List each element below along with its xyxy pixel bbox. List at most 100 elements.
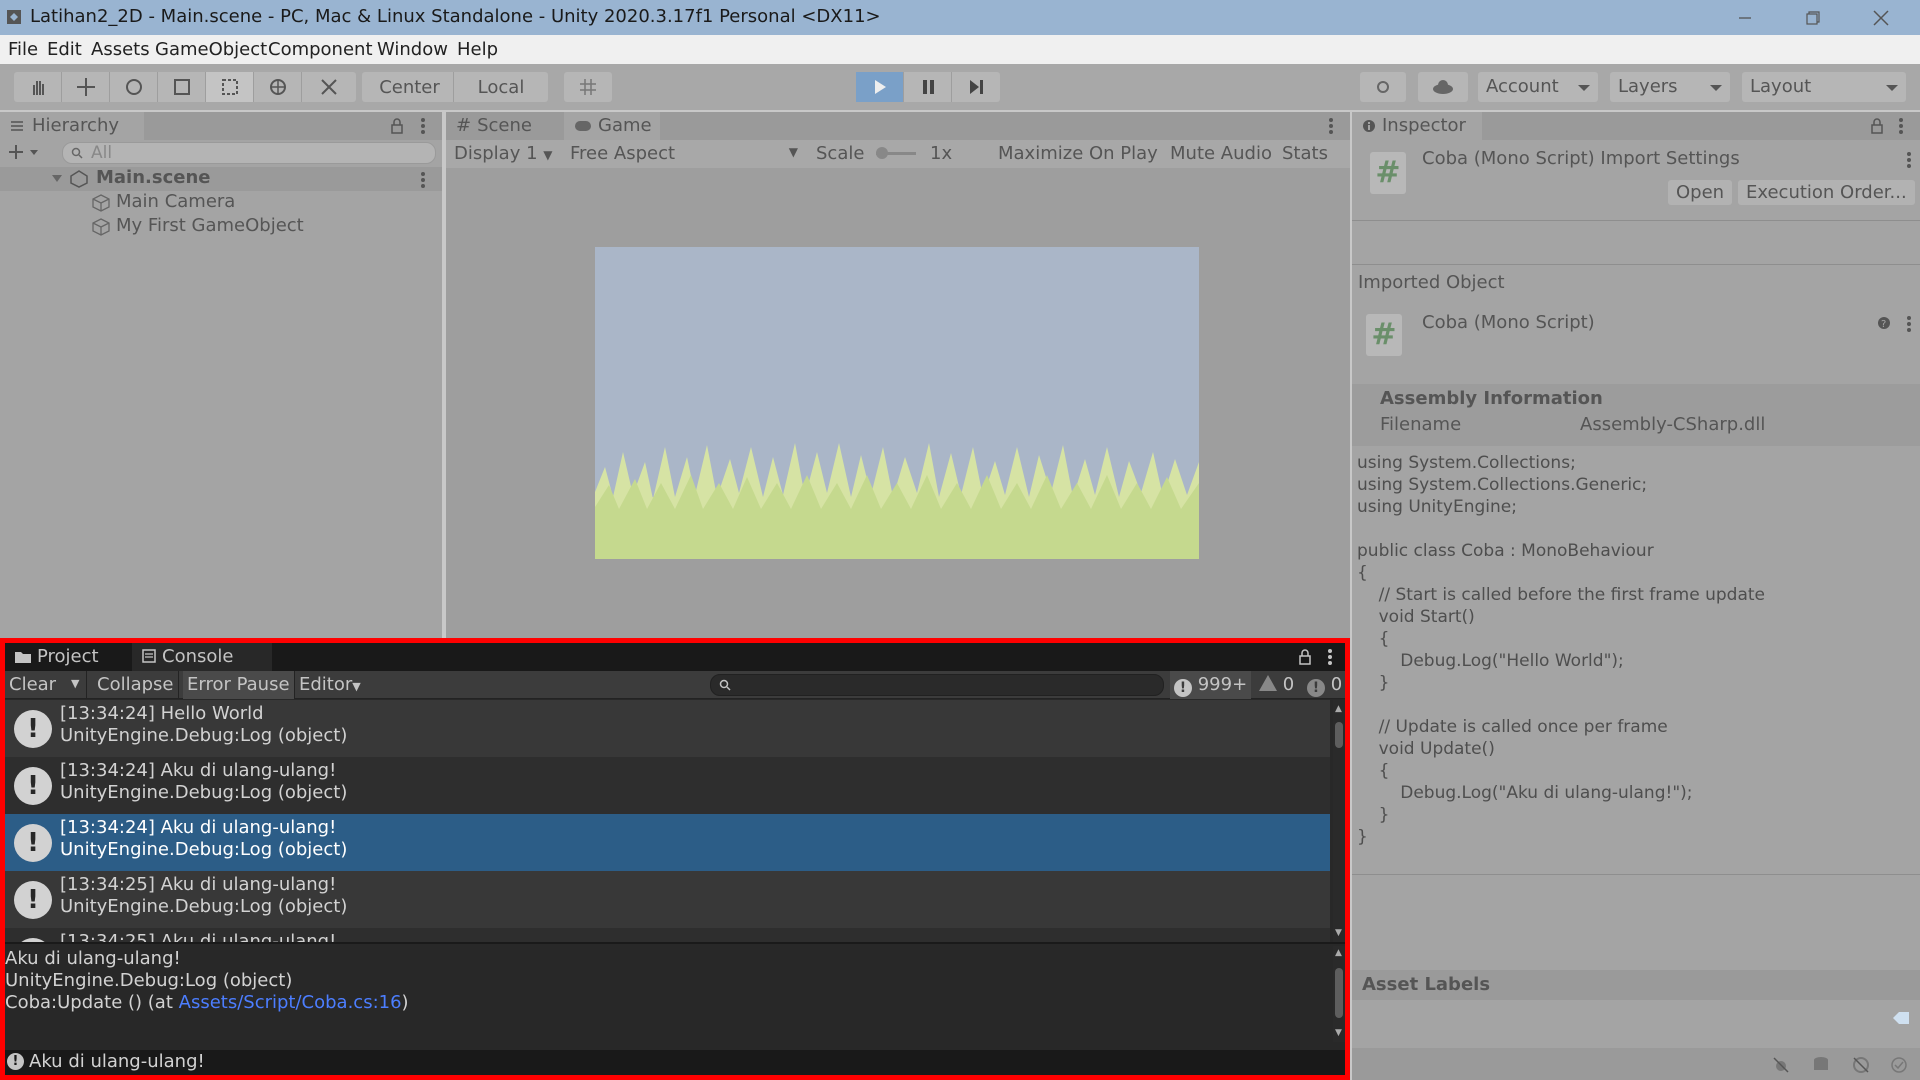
source-link[interactable]: Assets/Script/Coba.cs:16	[179, 992, 402, 1013]
close-button[interactable]	[1848, 0, 1914, 35]
game-viewport[interactable]	[595, 247, 1199, 559]
pause-button[interactable]	[904, 72, 952, 102]
stats-toggle[interactable]: Stats	[1278, 140, 1332, 168]
detail-scrollbar[interactable]: ▲ ▼	[1333, 946, 1345, 1042]
log-entry[interactable]: ! [13:34:24] Aku di ulang-ulang! UnityEn…	[5, 757, 1330, 814]
restore-button[interactable]	[1780, 0, 1846, 35]
aspect-dropdown[interactable]: Free Aspect ▼	[566, 140, 802, 168]
check-circle-icon[interactable]	[1890, 1056, 1908, 1074]
hand-tool-button[interactable]	[14, 72, 62, 102]
hierarchy-search-input[interactable]: All	[62, 142, 436, 164]
editor-dropdown[interactable]: Editor▼	[295, 671, 365, 699]
status-message[interactable]: Aku di ulang-ulang!	[29, 1051, 205, 1072]
collapse-toggle[interactable]: Collapse	[93, 671, 179, 699]
lock-icon[interactable]	[1870, 118, 1884, 134]
scroll-down-icon[interactable]: ▼	[1335, 1028, 1342, 1038]
scale-tool-button[interactable]	[158, 72, 206, 102]
menu-component[interactable]: Component	[268, 39, 373, 60]
hierarchy-item[interactable]: Main Camera	[0, 191, 442, 215]
hierarchy-tabbar: Hierarchy	[0, 112, 442, 140]
dropdown-arrow-icon: ▼	[352, 680, 361, 693]
tab-scene[interactable]: # Scene	[446, 112, 560, 140]
pivot-center-button[interactable]: Center	[362, 72, 454, 102]
scroll-up-icon[interactable]: ▲	[1335, 948, 1342, 958]
menu-gameobject[interactable]: GameObject	[155, 39, 267, 60]
clear-button[interactable]: Clear ▼	[5, 671, 87, 699]
step-button[interactable]	[952, 72, 1000, 102]
rotate-icon	[125, 79, 142, 95]
bug-icon[interactable]	[1772, 1056, 1790, 1074]
scene-row[interactable]: Main.scene	[0, 167, 442, 191]
tab-console[interactable]: Console	[132, 643, 272, 671]
slider-thumb[interactable]	[876, 147, 888, 159]
log-entry-selected[interactable]: ! [13:34:24] Aku di ulang-ulang! UnityEn…	[5, 814, 1330, 871]
display-dropdown[interactable]: Display 1 ▼	[450, 140, 557, 168]
open-button[interactable]: Open	[1668, 180, 1733, 205]
log-filter-toggle[interactable]: ! 999+	[1170, 671, 1252, 699]
pivot-local-button[interactable]: Local	[454, 72, 548, 102]
scroll-up-icon[interactable]: ▲	[1335, 704, 1342, 714]
minimize-button[interactable]	[1712, 0, 1778, 35]
log-entry[interactable]: ! [13:34:24] Hello World UnityEngine.Deb…	[5, 700, 1330, 757]
menu-edit[interactable]: Edit	[47, 39, 82, 60]
account-dropdown[interactable]: Account	[1478, 72, 1598, 102]
filename-label: Filename	[1380, 414, 1462, 435]
tab-project[interactable]: Project	[5, 643, 129, 671]
mute-audio-toggle[interactable]: Mute Audio	[1166, 140, 1276, 168]
tab-hierarchy[interactable]: Hierarchy	[0, 112, 144, 140]
header-menu-icon[interactable]	[1907, 152, 1911, 168]
transform-tool-button[interactable]	[254, 72, 302, 102]
tab-inspector[interactable]: Inspector	[1352, 112, 1482, 140]
console-panel: Project Console Clear ▼ Collapse Error Pa…	[0, 638, 1350, 1080]
game-menu-icon[interactable]	[1329, 118, 1333, 134]
scrollbar-thumb[interactable]	[1335, 968, 1343, 1018]
console-menu-icon[interactable]	[1328, 649, 1332, 665]
play-button[interactable]	[856, 72, 904, 102]
help-icon[interactable]: ?	[1877, 316, 1891, 330]
database-icon[interactable]	[1812, 1056, 1830, 1074]
lock-icon[interactable]	[390, 118, 404, 134]
log-entry[interactable]: ! [13:34:25] Aku di ulang-ulang! UnityEn…	[5, 871, 1330, 928]
services-button[interactable]	[1360, 72, 1406, 102]
create-button[interactable]	[8, 144, 40, 160]
filename-value: Assembly-CSharp.dll	[1580, 414, 1766, 435]
chevron-down-icon[interactable]	[52, 175, 62, 183]
scroll-down-icon[interactable]: ▼	[1335, 928, 1342, 938]
object-name: Coba (Mono Script)	[1422, 312, 1595, 333]
error-filter-toggle[interactable]: ! 0	[1303, 671, 1346, 699]
menu-assets[interactable]: Assets	[91, 39, 150, 60]
error-pause-toggle[interactable]: Error Pause	[183, 671, 295, 699]
scrollbar-thumb[interactable]	[1335, 722, 1343, 748]
layers-dropdown[interactable]: Layers	[1610, 72, 1730, 102]
custom-tool-button[interactable]	[302, 72, 356, 102]
cloud-button[interactable]	[1418, 72, 1468, 102]
maximize-on-play-toggle[interactable]: Maximize On Play	[994, 140, 1162, 168]
rotate-tool-button[interactable]	[110, 72, 158, 102]
layout-dropdown[interactable]: Layout	[1742, 72, 1906, 102]
transform-tools	[14, 72, 356, 102]
scene-menu-icon[interactable]	[421, 172, 425, 188]
tag-icon[interactable]	[1892, 1010, 1910, 1026]
hierarchy-item[interactable]: My First GameObject	[0, 215, 442, 239]
grid-snap-button[interactable]	[564, 72, 612, 102]
move-tool-button[interactable]	[62, 72, 110, 102]
splitter[interactable]	[5, 942, 1345, 944]
lock-icon[interactable]	[1298, 649, 1312, 665]
inspector-menu-icon[interactable]	[1899, 118, 1903, 134]
asset-labels-title: Asset Labels	[1362, 974, 1491, 995]
object-menu-icon[interactable]	[1907, 316, 1911, 332]
execution-order-button[interactable]: Execution Order...	[1738, 180, 1915, 205]
warning-filter-toggle[interactable]: 0	[1255, 671, 1298, 699]
menu-help[interactable]: Help	[457, 39, 498, 60]
tab-game[interactable]: Game	[564, 112, 660, 140]
minimize-icon	[1739, 16, 1751, 19]
log-scrollbar[interactable]: ▲ ▼	[1333, 700, 1345, 942]
console-search-input[interactable]	[710, 674, 1164, 696]
menu-window[interactable]: Window	[377, 39, 448, 60]
scale-slider[interactable]	[876, 147, 916, 159]
hierarchy-menu-icon[interactable]	[421, 118, 425, 134]
network-icon[interactable]	[1852, 1056, 1870, 1074]
log-entry[interactable]: ! [13:34:25] Aku di ulang-ulang!	[5, 928, 1330, 942]
menu-file[interactable]: File	[8, 39, 38, 60]
rect-tool-button[interactable]	[206, 72, 254, 102]
